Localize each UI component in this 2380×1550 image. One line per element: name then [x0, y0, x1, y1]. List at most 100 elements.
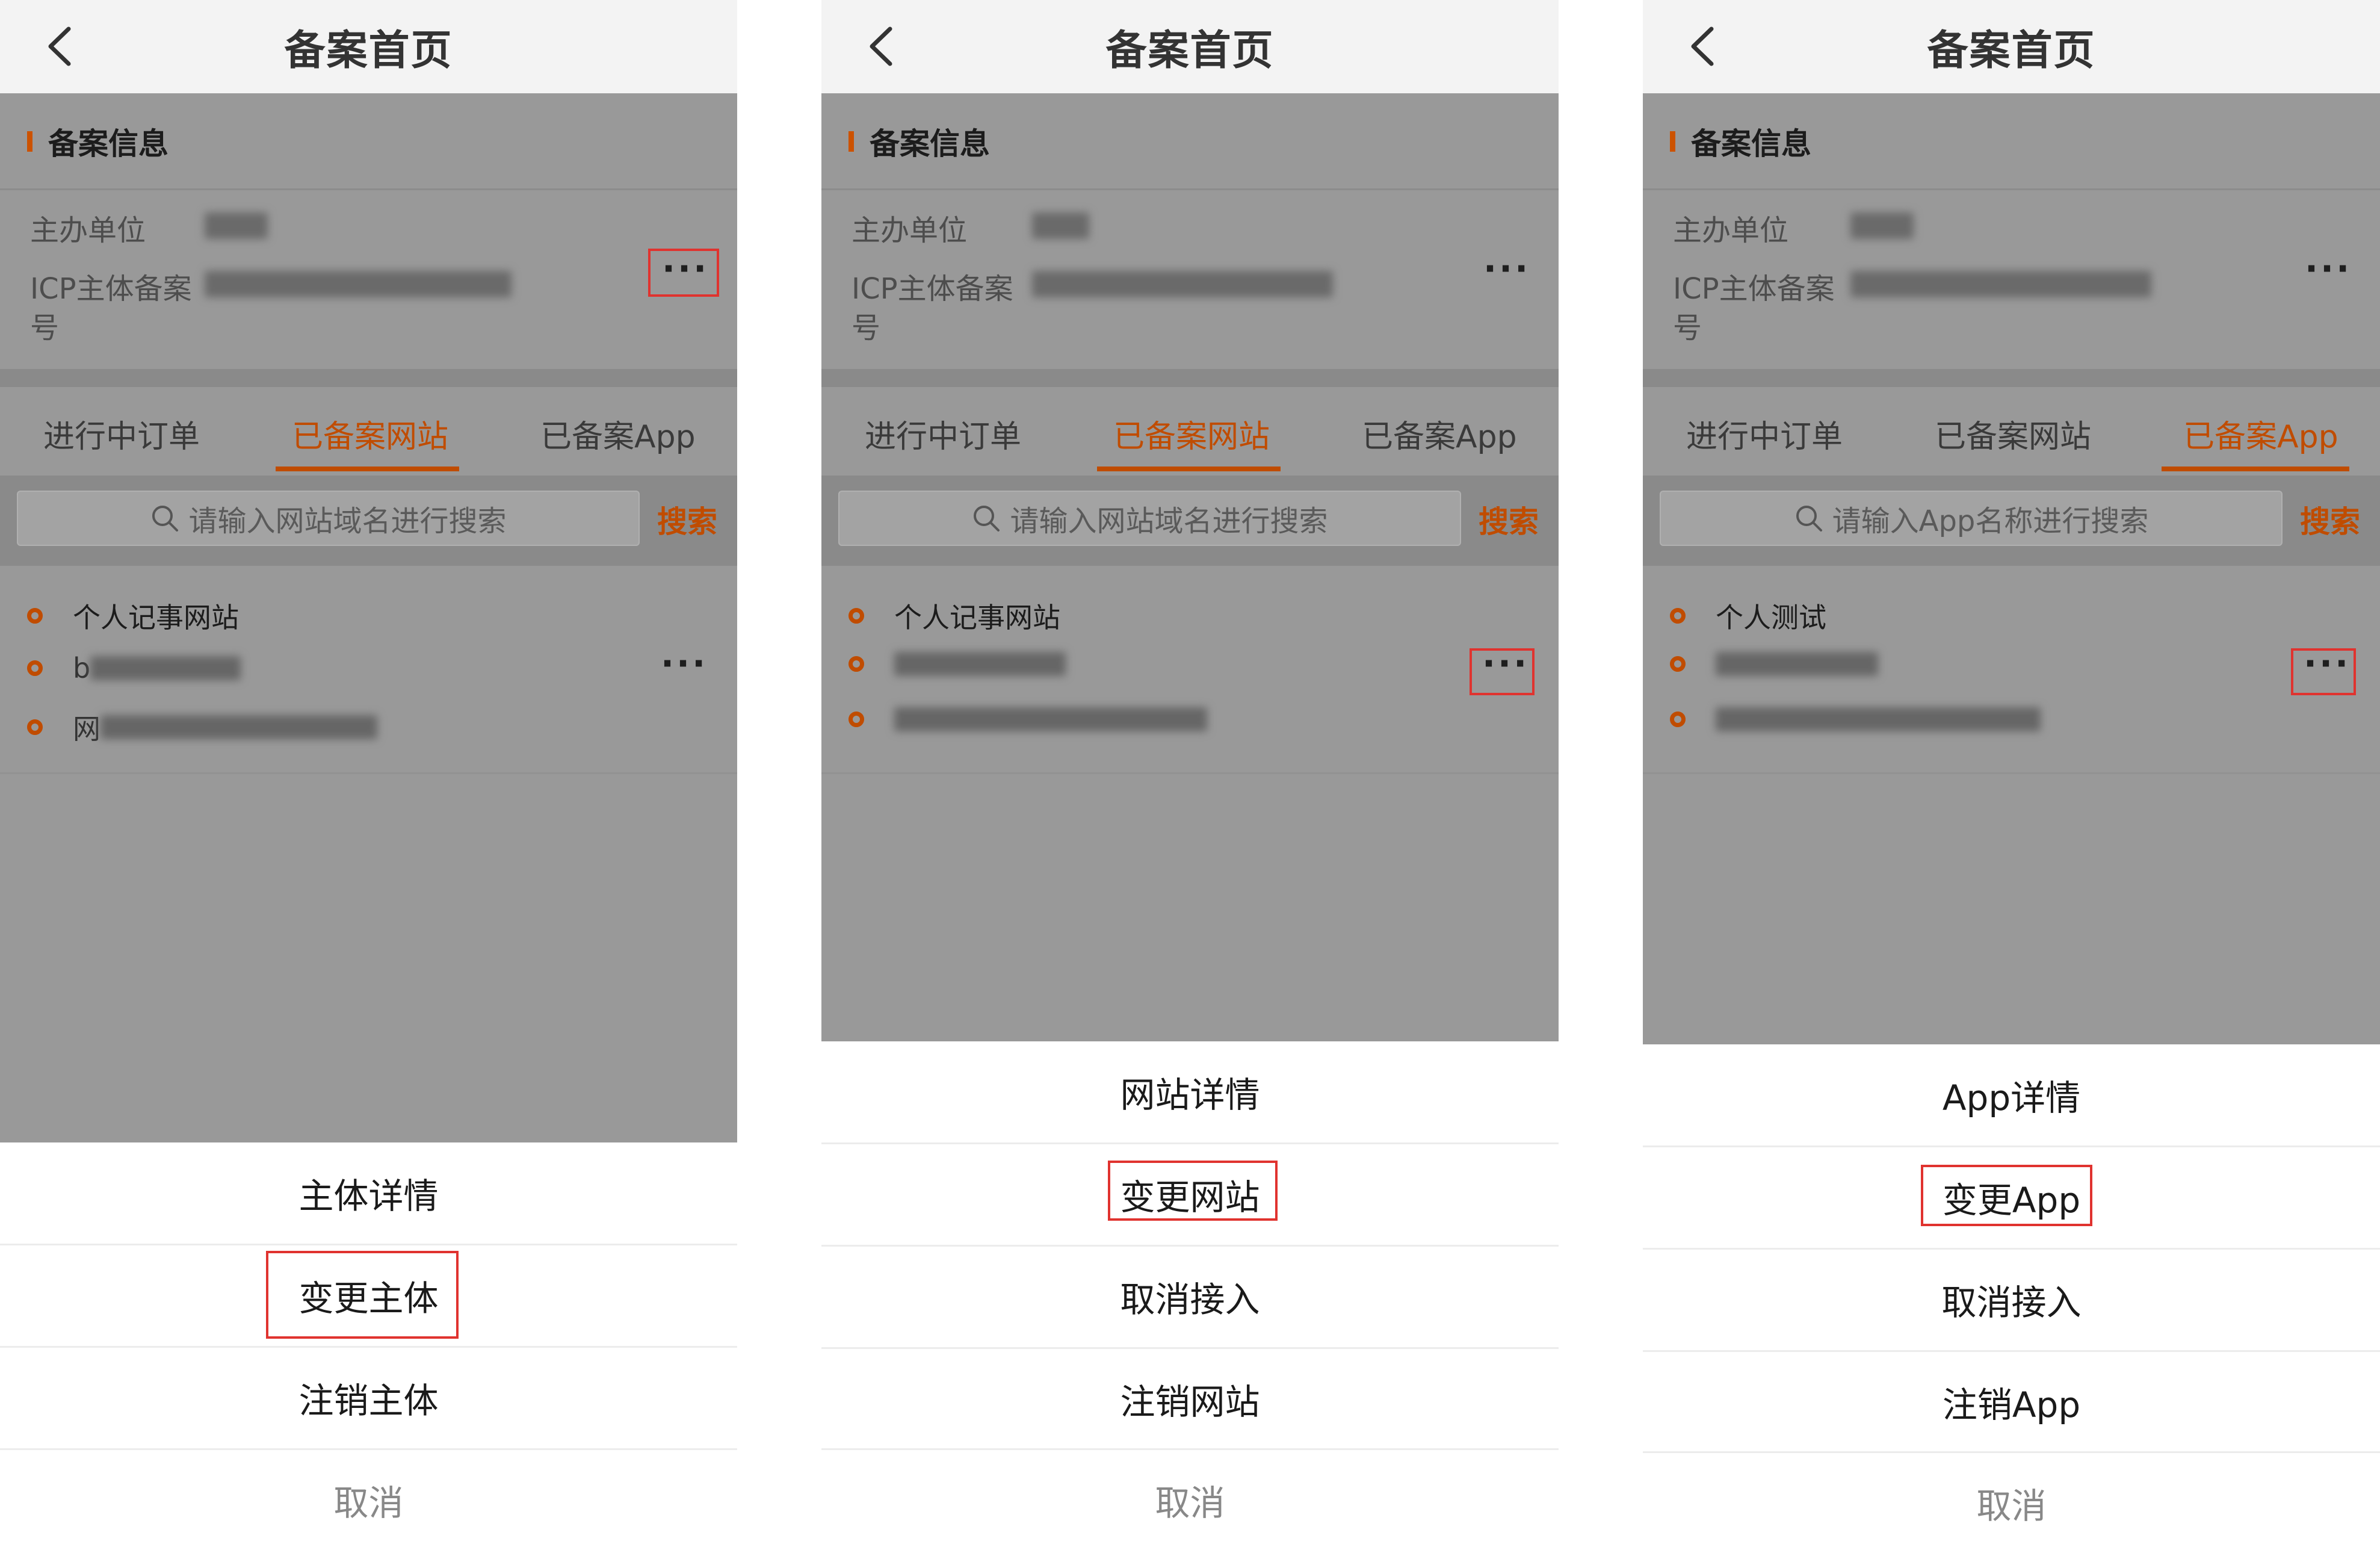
divider — [821, 188, 1559, 190]
list-item[interactable]: 网 — [27, 707, 377, 747]
search-input[interactable]: 请输入App名称进行搜索 — [1660, 491, 2283, 546]
icp-value-redacted — [1032, 271, 1333, 297]
section-header: 备案信息 — [848, 123, 990, 161]
icp-label-cont: 号 — [30, 311, 60, 345]
title-bar: 备案首页 — [0, 0, 737, 93]
list-item-redacted — [100, 715, 377, 739]
list-item-prefix: b — [73, 652, 91, 684]
sheet-cancel-button[interactable]: 取消 — [1643, 1452, 2380, 1550]
icp-label: ICP主体备案 — [30, 272, 192, 306]
host-label: 主办单位 — [852, 214, 968, 247]
subject-more-icon[interactable]: ··· — [2305, 251, 2352, 286]
section-title: 备案信息 — [870, 126, 990, 161]
list-item-redacted — [894, 707, 1207, 731]
subject-more-icon[interactable]: ··· — [1483, 251, 1530, 286]
list-item[interactable]: 个人记事网站 — [848, 596, 1060, 636]
active-tab-underline — [1097, 467, 1281, 471]
search-icon — [974, 506, 1000, 532]
tab-filed-apps[interactable]: 已备案App — [1362, 411, 1517, 456]
sheet-item-cancel-access[interactable]: 取消接入 — [821, 1246, 1559, 1347]
search-button[interactable]: 搜索 — [2300, 498, 2360, 541]
tab-filed-websites[interactable]: 已备案网站 — [292, 411, 448, 456]
icp-label: ICP主体备案 — [852, 272, 1013, 306]
section-gap — [1643, 369, 2380, 387]
circle-icon — [27, 660, 43, 676]
list-item-prefix: 网 — [73, 713, 100, 745]
search-placeholder: 请输入App名称进行搜索 — [1832, 504, 2149, 538]
tab-ongoing-orders[interactable]: 进行中订单 — [1686, 411, 1843, 456]
sheet-item-website-details[interactable]: 网站详情 — [821, 1041, 1559, 1142]
action-sheet: App详情 变更App 取消接入 注销App 取消 — [1643, 1044, 2380, 1550]
list-item[interactable] — [848, 652, 1066, 676]
sheet-item-cancel-subject[interactable]: 注销主体 — [0, 1347, 737, 1448]
divider — [1643, 772, 2380, 774]
divider — [0, 188, 737, 190]
screen-app-actions: 备案首页 备案信息 主办单位 ICP主体备案 号 ··· 进行中订单 已备案网站… — [1643, 0, 2380, 1550]
divider — [821, 772, 1559, 774]
host-value-redacted — [1850, 212, 1914, 239]
sheet-item-cancel-access[interactable]: 取消接入 — [1643, 1249, 2380, 1350]
item-more-icon[interactable]: ··· — [661, 646, 708, 681]
list-item-redacted — [894, 652, 1066, 676]
sheet-item-label: 取消接入 — [1941, 1282, 2082, 1323]
section-header: 备案信息 — [1670, 123, 1811, 161]
page-title: 备案首页 — [284, 27, 453, 75]
sheet-item-app-details[interactable]: App详情 — [1643, 1044, 2380, 1145]
search-placeholder: 请输入网站域名进行搜索 — [188, 504, 507, 538]
action-sheet: 主体详情 变更主体 注销主体 取消 — [0, 1142, 737, 1550]
circle-icon — [27, 608, 43, 624]
search-input[interactable]: 请输入网站域名进行搜索 — [17, 491, 640, 546]
page-title: 备案首页 — [1105, 27, 1275, 75]
sheet-item-label: 取消 — [333, 1483, 404, 1524]
list-item[interactable] — [1670, 707, 2041, 731]
section-gap — [0, 369, 737, 387]
search-button[interactable]: 搜索 — [657, 498, 717, 541]
screen-website-actions: 备案首页 备案信息 主办单位 ICP主体备案 号 ··· 进行中订单 已备案网站… — [821, 0, 1559, 1550]
list-item-redacted — [90, 656, 241, 680]
tab-ongoing-orders[interactable]: 进行中订单 — [43, 411, 200, 456]
tab-filed-websites[interactable]: 已备案网站 — [1935, 411, 2091, 456]
highlight-box — [1108, 1161, 1278, 1221]
title-bar: 备案首页 — [821, 0, 1559, 93]
highlight-box — [648, 249, 719, 297]
tab-filed-apps[interactable]: 已备案App — [2183, 411, 2338, 456]
circle-icon — [848, 711, 864, 727]
divider — [1643, 188, 2380, 190]
section-accent-bar — [848, 131, 854, 152]
search-input[interactable]: 请输入网站域名进行搜索 — [838, 491, 1461, 546]
sheet-item-label: 网站详情 — [1120, 1074, 1260, 1115]
list-item[interactable]: b — [27, 652, 241, 684]
action-sheet: 网站详情 变更网站 取消接入 注销网站 取消 — [821, 1041, 1559, 1550]
search-button[interactable]: 搜索 — [1479, 498, 1539, 541]
sheet-cancel-button[interactable]: 取消 — [821, 1449, 1559, 1550]
sheet-item-subject-details[interactable]: 主体详情 — [0, 1142, 737, 1244]
sheet-item-label: 注销网站 — [1120, 1381, 1260, 1422]
section-header: 备案信息 — [27, 123, 168, 161]
tab-ongoing-orders[interactable]: 进行中订单 — [865, 411, 1021, 456]
list-item[interactable]: 个人测试 — [1670, 596, 1826, 636]
tab-filed-websites[interactable]: 已备案网站 — [1113, 411, 1270, 456]
sheet-item-label: 主体详情 — [298, 1176, 439, 1217]
highlight-box — [1470, 648, 1535, 695]
active-tab-underline — [2162, 467, 2349, 471]
icp-value-redacted — [205, 271, 512, 297]
sheet-item-cancel-app[interactable]: 注销App — [1643, 1351, 2380, 1452]
sheet-item-label: 注销App — [1942, 1384, 2081, 1425]
icp-label: ICP主体备案 — [1673, 272, 1835, 306]
circle-icon — [848, 608, 864, 624]
list-item-redacted — [1716, 707, 2041, 731]
section-accent-bar — [1670, 131, 1675, 152]
tab-filed-apps[interactable]: 已备案App — [540, 411, 696, 456]
list-item[interactable]: 个人记事网站 — [27, 596, 239, 636]
list-item[interactable] — [1670, 652, 1878, 676]
section-title: 备案信息 — [48, 126, 168, 161]
circle-icon — [1670, 608, 1686, 624]
sheet-cancel-button[interactable]: 取消 — [0, 1449, 737, 1550]
highlight-box — [1921, 1165, 2092, 1226]
list-item-label: 个人测试 — [1716, 601, 1826, 634]
highlight-box — [2291, 648, 2356, 695]
circle-icon — [848, 656, 864, 672]
sheet-item-label: 取消 — [1976, 1486, 2047, 1527]
list-item[interactable] — [848, 707, 1207, 731]
sheet-item-cancel-website[interactable]: 注销网站 — [821, 1348, 1559, 1449]
